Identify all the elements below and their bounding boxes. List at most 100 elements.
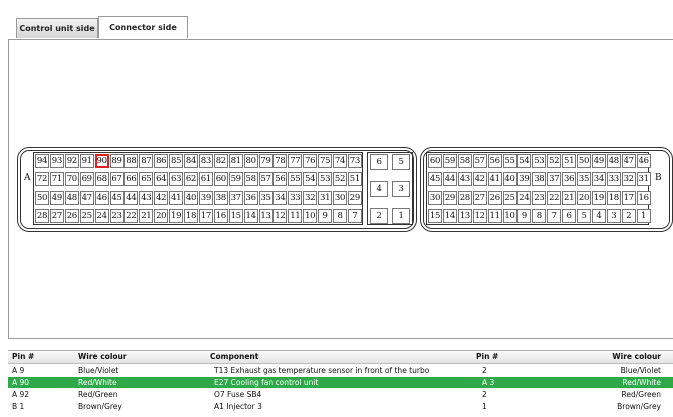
pin-B-56[interactable]: 56 [487,154,502,168]
pin-B-48[interactable]: 48 [606,154,621,168]
pin-A-25[interactable]: 25 [79,209,94,223]
pin-A-39[interactable]: 39 [198,191,213,205]
header-wire-colour[interactable]: Wire colour [78,351,127,363]
pin-B-22[interactable]: 22 [547,191,562,205]
pin-A-91[interactable]: 91 [79,154,94,168]
pin-A-87[interactable]: 87 [139,154,154,168]
pin-A-72[interactable]: 72 [35,172,49,186]
pin-A-13[interactable]: 13 [258,209,273,223]
pin-A-44[interactable]: 44 [124,191,139,205]
pin-B-13[interactable]: 13 [457,209,472,223]
pin-A-41[interactable]: 41 [169,191,184,205]
pin-B-7[interactable]: 7 [547,209,562,223]
pin-B-18[interactable]: 18 [606,191,621,205]
pin-A-9[interactable]: 9 [318,209,333,223]
pin-A-80[interactable]: 80 [243,154,258,168]
pin-A-24[interactable]: 24 [94,209,109,223]
pin-A-78[interactable]: 78 [273,154,288,168]
pin-B-59[interactable]: 59 [442,154,457,168]
pin-A-74[interactable]: 74 [333,154,347,168]
pin-A-67[interactable]: 67 [109,172,124,186]
pin-A-40[interactable]: 40 [184,191,198,205]
pin-B-53[interactable]: 53 [532,154,547,168]
pin-B-4[interactable]: 4 [591,209,606,223]
pin-B-32[interactable]: 32 [621,172,636,186]
pin-B-50[interactable]: 50 [577,154,591,168]
pin-A-82[interactable]: 82 [213,154,228,168]
pin-B-37[interactable]: 37 [547,172,562,186]
pin-B-58[interactable]: 58 [457,154,472,168]
pin-A-60[interactable]: 60 [213,172,228,186]
pin-B-5[interactable]: 5 [577,209,591,223]
pin-A-27[interactable]: 27 [49,209,64,223]
pin-A-56[interactable]: 56 [273,172,288,186]
pin-A-18[interactable]: 18 [184,209,198,223]
pin-A-83[interactable]: 83 [198,154,213,168]
pin-A-48[interactable]: 48 [64,191,79,205]
pin-B-26[interactable]: 26 [487,191,502,205]
pin-B-34[interactable]: 34 [591,172,606,186]
pin-power-2[interactable]: 2 [370,208,388,224]
pin-A-69[interactable]: 69 [79,172,94,186]
pin-A-94[interactable]: 94 [35,154,49,168]
tab-connector-side[interactable]: Connector side [98,16,188,38]
pin-A-59[interactable]: 59 [228,172,243,186]
pin-B-14[interactable]: 14 [442,209,457,223]
pin-B-2[interactable]: 2 [621,209,636,223]
pin-A-20[interactable]: 20 [154,209,169,223]
pin-A-55[interactable]: 55 [288,172,303,186]
tab-control-unit-side[interactable]: Control unit side [16,18,98,38]
header-wire-colour-2[interactable]: Wire colour [612,351,661,363]
pin-A-93[interactable]: 93 [49,154,64,168]
pin-A-14[interactable]: 14 [243,209,258,223]
pin-power-4[interactable]: 4 [370,181,388,197]
pin-B-15[interactable]: 15 [428,209,442,223]
pin-A-92[interactable]: 92 [64,154,79,168]
pin-A-33[interactable]: 33 [288,191,303,205]
pin-A-62[interactable]: 62 [184,172,198,186]
header-pin-2[interactable]: Pin # [476,351,498,363]
pin-A-32[interactable]: 32 [303,191,318,205]
pin-power-5[interactable]: 5 [392,154,410,170]
pin-A-35[interactable]: 35 [258,191,273,205]
pin-A-77[interactable]: 77 [288,154,303,168]
pin-A-49[interactable]: 49 [49,191,64,205]
pin-B-3[interactable]: 3 [606,209,621,223]
pin-A-61[interactable]: 61 [198,172,213,186]
header-component[interactable]: Component [210,351,258,363]
pin-power-1[interactable]: 1 [392,208,410,224]
pin-A-15[interactable]: 15 [228,209,243,223]
pin-A-36[interactable]: 36 [243,191,258,205]
pin-A-71[interactable]: 71 [49,172,64,186]
table-row-selected[interactable]: A 90 Red/White E27 Cooling fan control u… [8,377,673,388]
pin-A-23[interactable]: 23 [109,209,124,223]
pin-B-6[interactable]: 6 [562,209,577,223]
pin-B-19[interactable]: 19 [591,191,606,205]
pin-A-65[interactable]: 65 [139,172,154,186]
pin-B-30[interactable]: 30 [428,191,442,205]
pin-A-31[interactable]: 31 [318,191,333,205]
pin-A-30[interactable]: 30 [333,191,347,205]
pin-A-88[interactable]: 88 [124,154,139,168]
pin-B-52[interactable]: 52 [547,154,562,168]
pin-B-38[interactable]: 38 [532,172,547,186]
pin-B-29[interactable]: 29 [442,191,457,205]
pin-B-17[interactable]: 17 [621,191,636,205]
header-pin[interactable]: Pin # [12,351,34,363]
pin-B-9[interactable]: 9 [517,209,532,223]
pin-B-1[interactable]: 1 [636,209,651,223]
pin-B-45[interactable]: 45 [428,172,442,186]
pin-A-57[interactable]: 57 [258,172,273,186]
pin-B-47[interactable]: 47 [621,154,636,168]
pin-A-16[interactable]: 16 [213,209,228,223]
pin-A-29[interactable]: 29 [347,191,362,205]
pin-B-41[interactable]: 41 [487,172,502,186]
pin-B-33[interactable]: 33 [606,172,621,186]
pin-B-11[interactable]: 11 [487,209,502,223]
pin-B-40[interactable]: 40 [502,172,517,186]
pin-B-16[interactable]: 16 [636,191,651,205]
pin-B-35[interactable]: 35 [577,172,591,186]
pin-B-27[interactable]: 27 [472,191,487,205]
pin-A-81[interactable]: 81 [228,154,243,168]
pin-A-64[interactable]: 64 [154,172,169,186]
